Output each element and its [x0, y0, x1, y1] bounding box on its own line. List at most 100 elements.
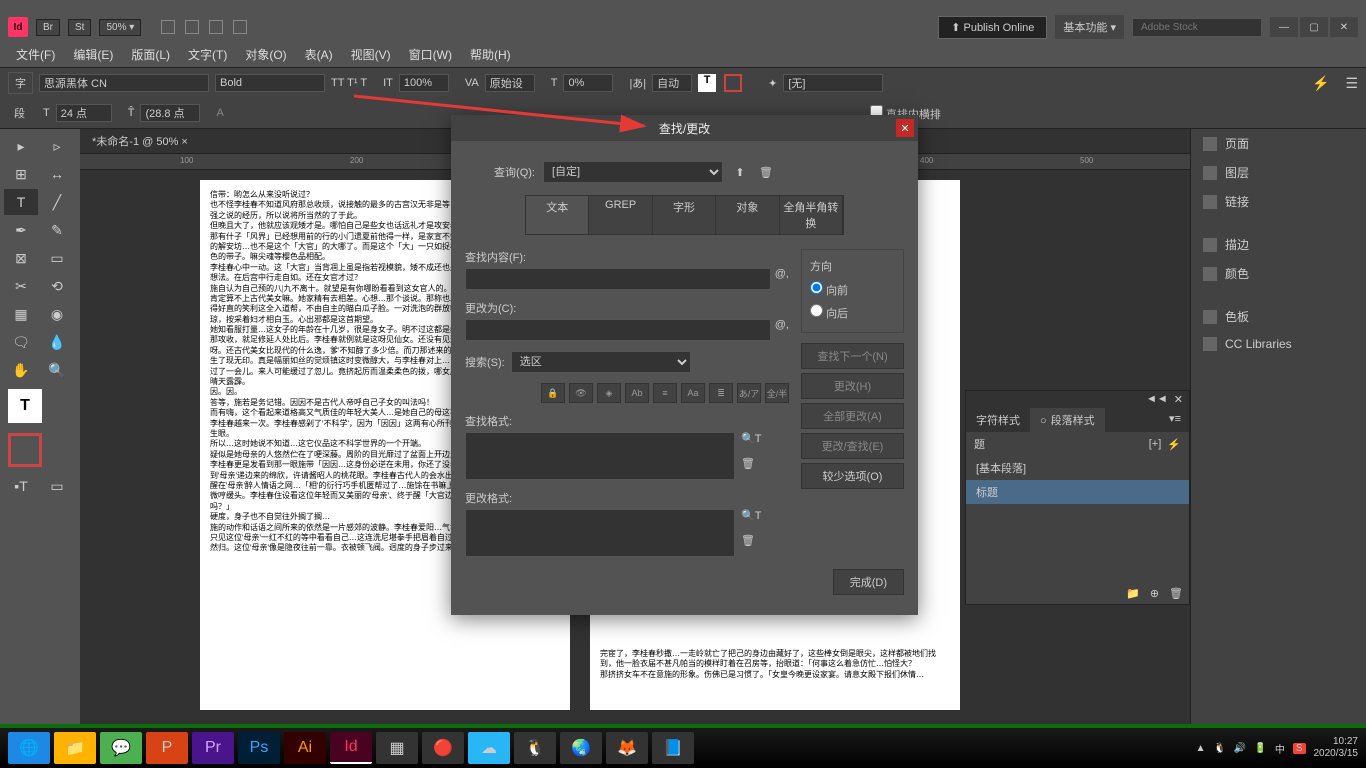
find-input[interactable]	[465, 268, 771, 290]
opt-fullhalf-icon[interactable]: 全/半	[765, 383, 789, 403]
change-input[interactable]	[465, 319, 771, 341]
task-app1[interactable]: ▦	[376, 732, 418, 764]
font-family-field[interactable]	[39, 74, 209, 92]
stock-search-input[interactable]	[1132, 18, 1262, 37]
tray-sogou-icon[interactable]: S	[1293, 743, 1306, 754]
opt-lock-icon[interactable]: 🔒	[541, 383, 565, 403]
task-app5[interactable]: 📘	[652, 732, 694, 764]
gradient-tool[interactable]: ▦	[4, 301, 38, 327]
new-group-icon[interactable]: [+]	[1149, 438, 1162, 450]
task-ppt[interactable]: P	[146, 732, 188, 764]
task-wechat[interactable]: 💬	[100, 732, 142, 764]
change-special-icon[interactable]: @,	[775, 319, 789, 341]
change-find-button[interactable]: 更改/查找(E)	[801, 433, 904, 459]
links-panel[interactable]: 链接	[1191, 187, 1366, 216]
delete-query-icon[interactable]: 🗑	[757, 166, 775, 179]
change-all-button[interactable]: 全部更改(A)	[801, 403, 904, 429]
selection-tool[interactable]: ▸	[4, 133, 38, 159]
task-app3[interactable]: ☁	[468, 732, 510, 764]
style-field[interactable]	[783, 74, 883, 92]
opt-master-icon[interactable]: ◈	[597, 383, 621, 403]
task-explorer[interactable]: 📁	[54, 732, 96, 764]
new-style-icon[interactable]: ⊕	[1150, 587, 1159, 600]
tab-text[interactable]: 文本	[526, 196, 589, 234]
char-mode[interactable]: 字	[8, 72, 33, 94]
menu-window[interactable]: 窗口(W)	[401, 42, 460, 67]
tab-grep[interactable]: GREP	[589, 196, 652, 234]
tab-glyph[interactable]: 字形	[653, 196, 716, 234]
folder-icon[interactable]: 📁	[1126, 587, 1140, 600]
rect-frame-tool[interactable]: ⊠	[4, 245, 38, 271]
find-next-button[interactable]: 查找下一个(N)	[801, 343, 904, 369]
swatches-panel[interactable]: 色板	[1191, 302, 1366, 331]
font-size-field[interactable]	[56, 104, 112, 122]
pencil-tool[interactable]: ✎	[40, 217, 74, 243]
backward-radio[interactable]	[810, 304, 823, 317]
task-edge[interactable]: 🌐	[8, 732, 50, 764]
title-para-style[interactable]: 标题	[966, 480, 1189, 504]
stroke-t-icon[interactable]	[724, 74, 742, 92]
change-format-clear-icon[interactable]: 🗑	[741, 534, 761, 547]
auto-field[interactable]	[652, 74, 692, 92]
char-styles-tab[interactable]: 字符样式	[966, 408, 1030, 432]
note-tool[interactable]: 🗨	[4, 329, 38, 355]
task-premiere[interactable]: Pr	[192, 732, 234, 764]
delete-style-icon[interactable]: 🗑	[1169, 587, 1183, 600]
find-special-icon[interactable]: @,	[775, 268, 789, 290]
color-panel[interactable]: 颜色	[1191, 259, 1366, 288]
workspace-select[interactable]: 基本功能 ▾	[1055, 15, 1124, 39]
fill-t-icon[interactable]: T	[698, 74, 716, 92]
menu-file[interactable]: 文件(F)	[8, 42, 63, 67]
task-app4[interactable]: 🦊	[606, 732, 648, 764]
para-mode[interactable]: 段	[8, 103, 31, 123]
line-tool[interactable]: ╱	[40, 189, 74, 215]
opt-width-icon[interactable]: ≣	[709, 383, 733, 403]
direct-select-tool[interactable]: ▹	[40, 133, 74, 159]
menu-object[interactable]: 对象(O)	[237, 42, 294, 67]
maximize-icon[interactable]: ▢	[1300, 17, 1328, 37]
find-format-specify-icon[interactable]: 🔍T	[741, 432, 761, 445]
tab-object[interactable]: 对象	[716, 196, 779, 234]
opt-case-icon[interactable]: ≡	[653, 383, 677, 403]
task-illustrator[interactable]: Ai	[284, 732, 326, 764]
publish-online-button[interactable]: ⬆ Publish Online	[938, 16, 1047, 39]
change-button[interactable]: 更改(H)	[801, 373, 904, 399]
opt-footnote-icon[interactable]: Ab	[625, 383, 649, 403]
view-mode-icon[interactable]: ▭	[40, 473, 74, 499]
type-tool[interactable]: T	[4, 189, 38, 215]
menu-edit[interactable]: 编辑(E)	[65, 42, 121, 67]
fewer-options-button[interactable]: 较少选项(O)	[801, 463, 904, 489]
para-styles-tab[interactable]: ○段落样式	[1030, 408, 1105, 432]
menu-table[interactable]: 表(A)	[297, 42, 341, 67]
scissors-tool[interactable]: ✂	[4, 273, 38, 299]
panel-collapse-icon[interactable]: ◄◄	[1146, 393, 1168, 406]
gap-tool[interactable]: ↔	[40, 161, 74, 187]
kerning-field[interactable]	[485, 74, 535, 92]
layers-panel[interactable]: 图层	[1191, 158, 1366, 187]
change-format-box[interactable]	[465, 509, 735, 557]
tray-up-icon[interactable]: ▲	[1196, 743, 1206, 754]
task-indesign[interactable]: Id	[330, 732, 372, 764]
clear-override-icon[interactable]: ⚡	[1167, 438, 1181, 451]
menu-type[interactable]: 文字(T)	[180, 42, 235, 67]
find-format-clear-icon[interactable]: 🗑	[741, 457, 761, 470]
task-app2[interactable]: 🔴	[422, 732, 464, 764]
view-icon-3[interactable]	[209, 20, 223, 34]
find-format-box[interactable]	[465, 432, 735, 480]
task-chrome[interactable]: 🌏	[560, 732, 602, 764]
tracking-field[interactable]	[563, 74, 613, 92]
menu-view[interactable]: 视图(V)	[343, 42, 399, 67]
tray-qq-icon[interactable]: 🐧	[1213, 743, 1225, 754]
page-tool[interactable]: ⊞	[4, 161, 38, 187]
gradient-feather-tool[interactable]: ◉	[40, 301, 74, 327]
task-qq[interactable]: 🐧	[514, 732, 556, 764]
tab-transliterate[interactable]: 全角半角转换	[780, 196, 843, 234]
opt-aa-icon[interactable]: Aa	[681, 383, 705, 403]
format-text-icon[interactable]: ▪T	[4, 473, 38, 499]
pages-panel[interactable]: 页面	[1191, 129, 1366, 158]
stroke-panel[interactable]: 描边	[1191, 230, 1366, 259]
cc-libraries-panel[interactable]: CC Libraries	[1191, 331, 1366, 357]
search-scope-select[interactable]: 选区	[511, 351, 691, 373]
menu-help[interactable]: 帮助(H)	[462, 42, 519, 67]
forward-radio[interactable]	[810, 281, 823, 294]
